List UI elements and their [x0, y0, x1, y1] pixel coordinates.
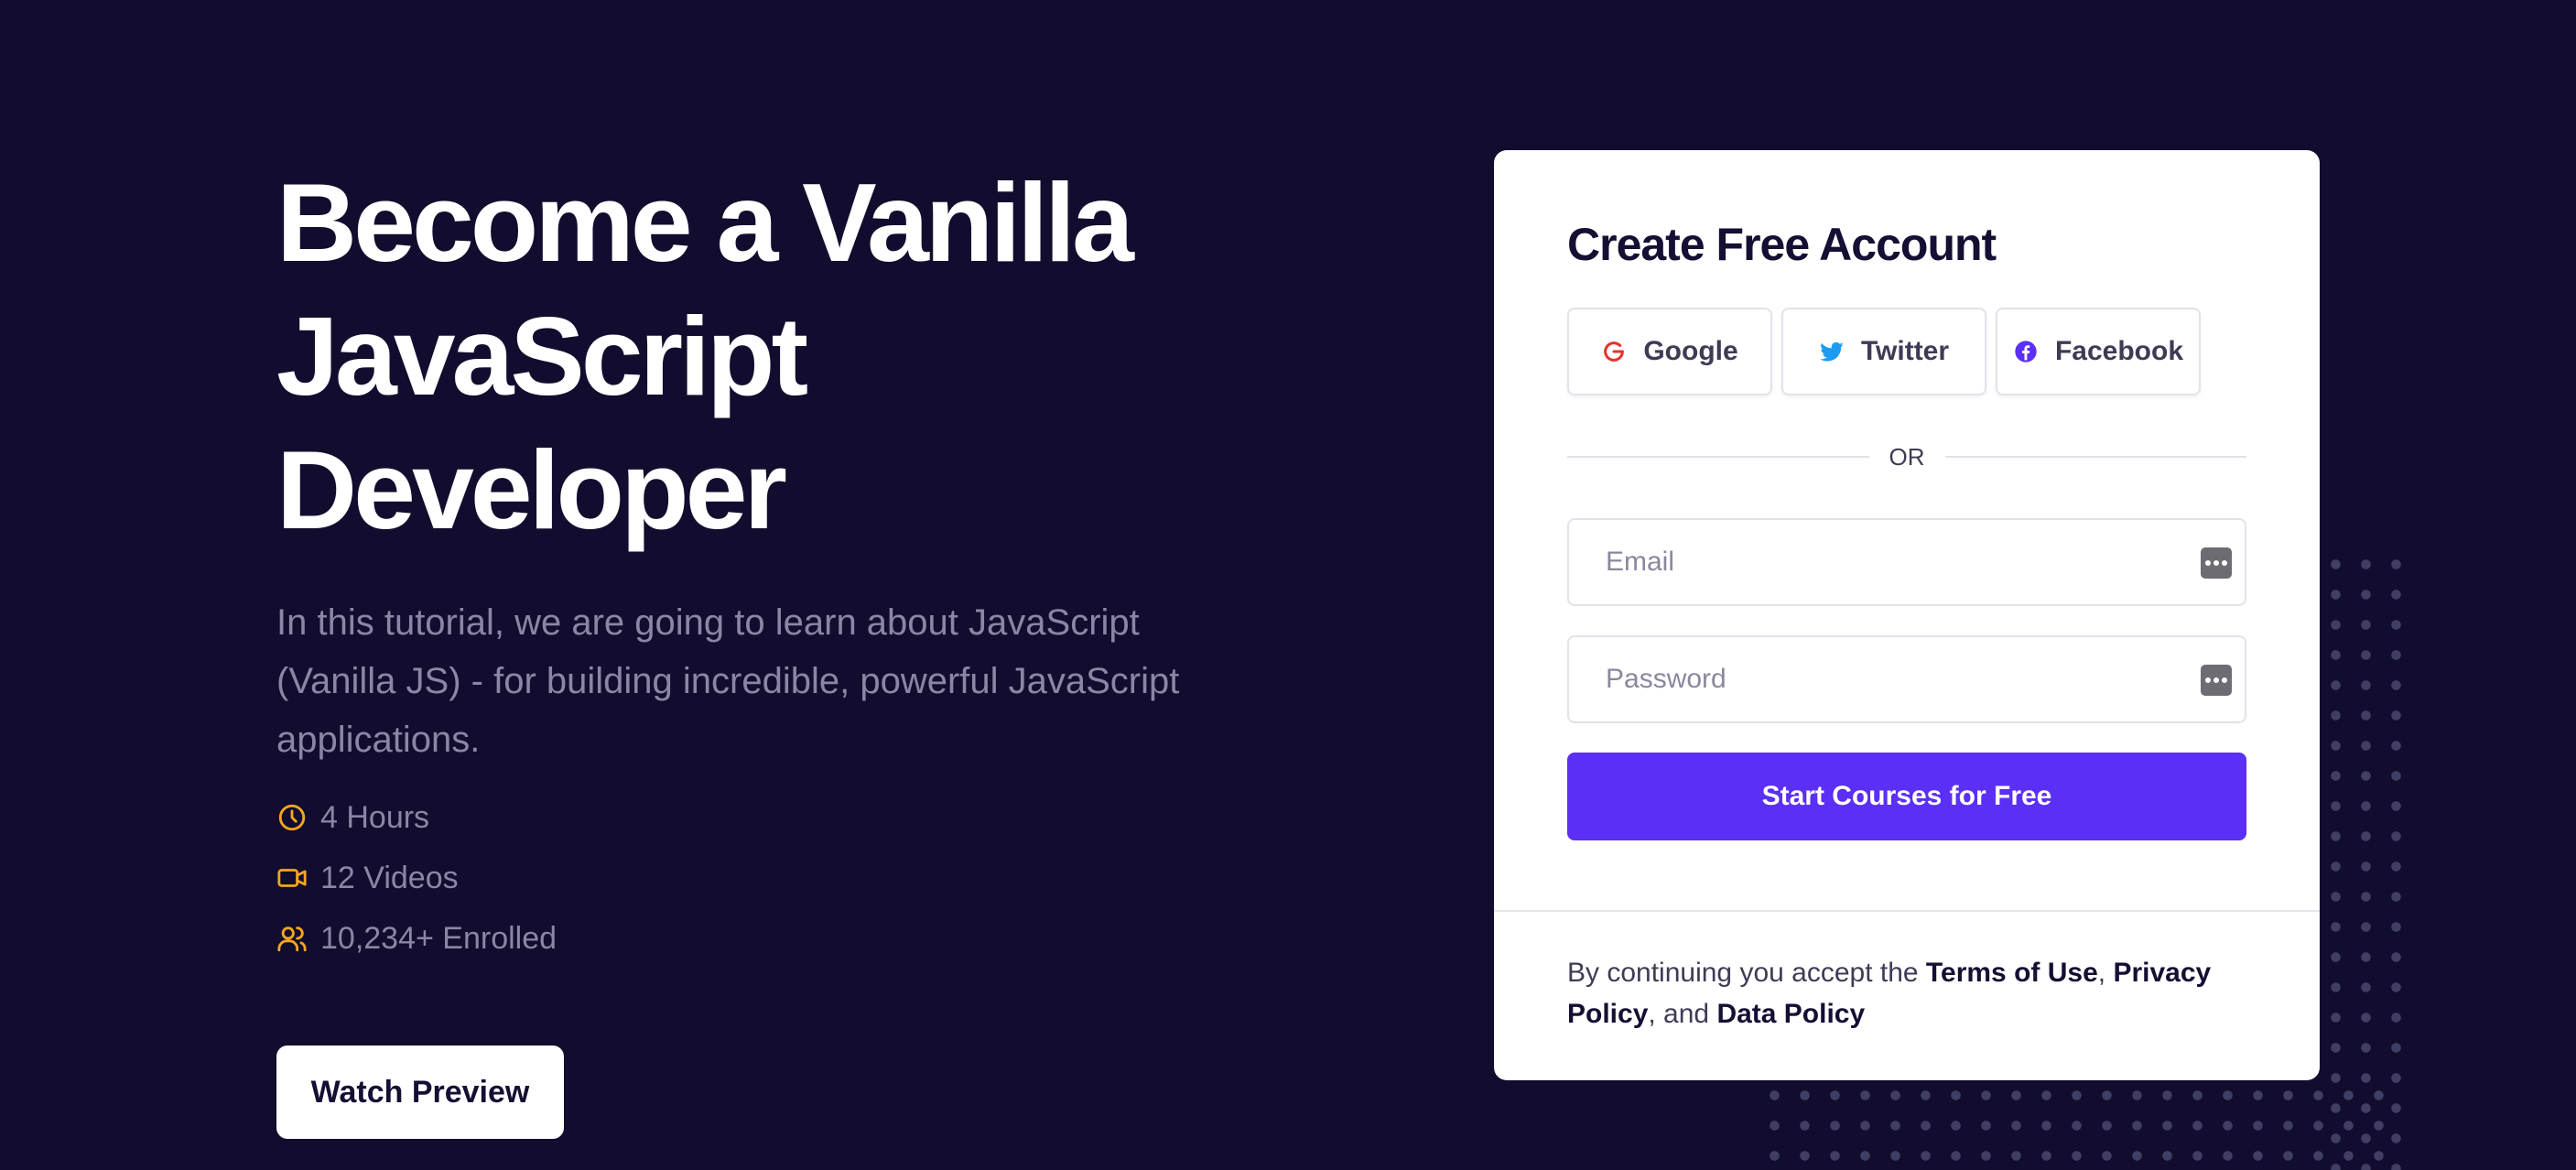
password-field-wrapper — [1567, 635, 2246, 723]
email-field-wrapper — [1567, 518, 2246, 606]
hero-section: Become a Vanilla JavaScript Developer In… — [276, 156, 1329, 1139]
google-icon — [1601, 339, 1627, 364]
legal-notice: By continuing you accept the Terms of Us… — [1567, 952, 2263, 1035]
users-icon — [276, 923, 308, 954]
facebook-icon — [2013, 339, 2039, 364]
meta-duration: 4 Hours — [276, 787, 1329, 848]
dot-pattern-bottom — [1759, 1080, 2400, 1170]
start-courses-button[interactable]: Start Courses for Free — [1567, 753, 2246, 840]
meta-videos: 12 Videos — [276, 848, 1329, 908]
twitter-login-label: Twitter — [1860, 336, 1950, 366]
legal-and: , and — [1648, 999, 1717, 1029]
clock-icon — [276, 802, 308, 833]
google-login-button[interactable]: Google — [1567, 308, 1772, 395]
facebook-login-button[interactable]: Facebook — [1996, 308, 2201, 395]
google-login-label: Google — [1643, 336, 1738, 366]
watch-preview-button[interactable]: Watch Preview — [276, 1045, 564, 1139]
dot-pattern-right — [2321, 549, 2403, 1170]
facebook-login-label: Facebook — [2054, 336, 2184, 366]
hero-title: Become a Vanilla JavaScript Developer — [276, 156, 1329, 557]
password-manager-icon[interactable] — [2201, 665, 2232, 696]
social-login-row: Google Twitter Facebook — [1567, 308, 2246, 395]
email-field[interactable] — [1569, 520, 2245, 604]
password-field[interactable] — [1569, 637, 2245, 721]
meta-enrolled-text: 10,234+ Enrolled — [320, 920, 557, 956]
or-label: OR — [1889, 442, 1925, 471]
twitter-login-button[interactable]: Twitter — [1781, 308, 1986, 395]
data-policy-link[interactable]: Data Policy — [1716, 999, 1865, 1029]
meta-enrolled: 10,234+ Enrolled — [276, 908, 1329, 969]
video-icon — [276, 862, 308, 894]
divider-line-right — [1944, 456, 2246, 458]
legal-comma: , — [2097, 958, 2114, 988]
or-divider: OR — [1567, 443, 2246, 471]
signup-card: Create Free Account Google Twitter Faceb… — [1494, 150, 2320, 1080]
signup-title: Create Free Account — [1567, 219, 1997, 270]
course-meta-list: 4 Hours 12 Videos 10,234+ Enrolled — [276, 787, 1329, 969]
legal-prefix: By continuing you accept the — [1567, 958, 1926, 988]
twitter-icon — [1819, 339, 1845, 364]
meta-duration-text: 4 Hours — [320, 799, 430, 835]
hero-title-line2: JavaScript Developer — [276, 294, 808, 552]
meta-videos-text: 12 Videos — [320, 860, 459, 895]
password-manager-icon[interactable] — [2201, 547, 2232, 579]
hero-description: In this tutorial, we are going to learn … — [276, 602, 1180, 760]
hero-title-line1: Become a Vanilla — [276, 160, 1134, 285]
divider-line-left — [1567, 456, 1869, 458]
card-separator — [1494, 910, 2320, 912]
terms-of-use-link[interactable]: Terms of Use — [1926, 958, 2098, 988]
